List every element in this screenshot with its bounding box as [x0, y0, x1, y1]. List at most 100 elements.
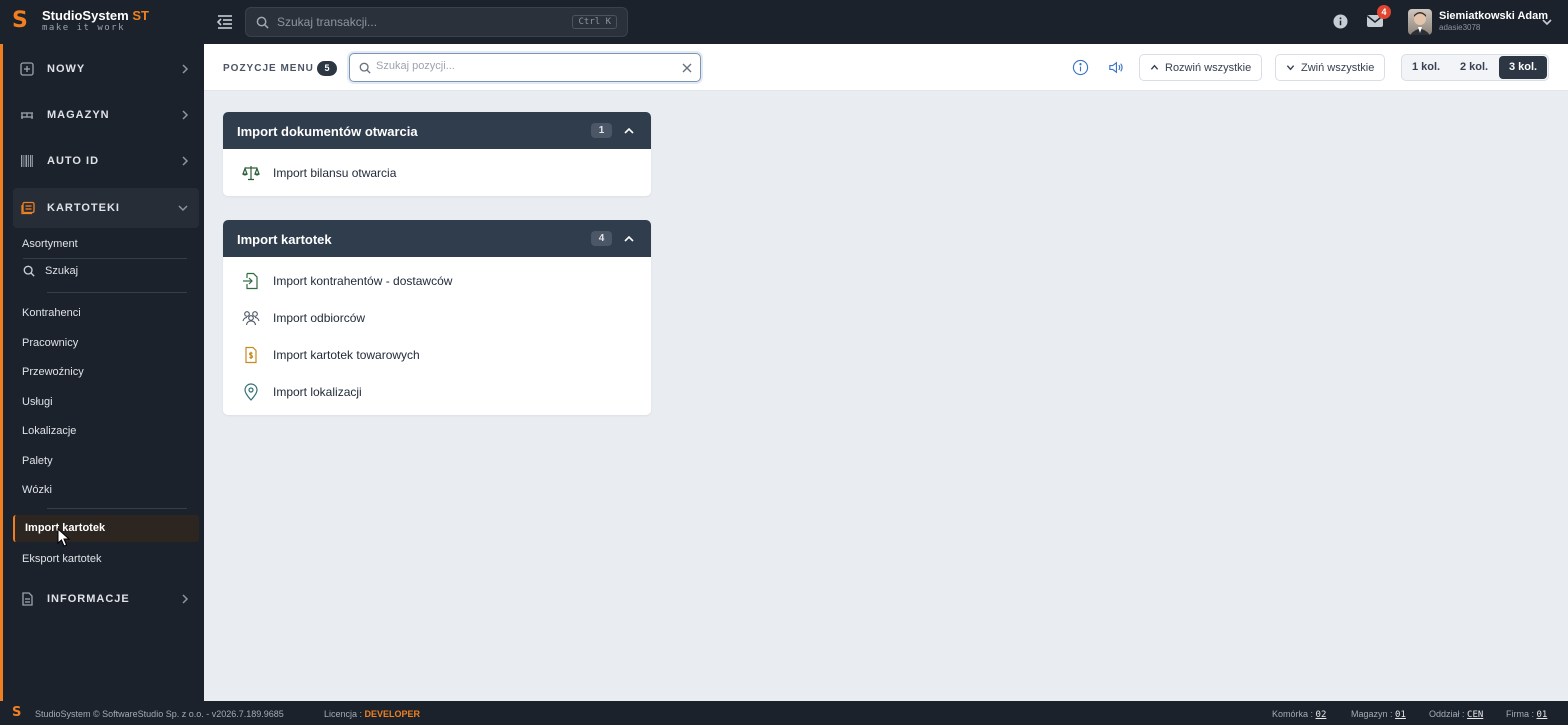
magazyn-info: Magazyn : 01 [1351, 709, 1406, 720]
menu-item[interactable]: Import kartotek towarowych [223, 336, 651, 373]
copyright-text: StudioSystem © SoftwareStudio Sp. z o.o.… [35, 709, 284, 719]
chevron-down-icon[interactable] [1541, 16, 1553, 28]
menu-item[interactable]: Import bilansu otwarcia [223, 154, 651, 196]
sidebar-section-auto-id[interactable]: AUTO ID [3, 141, 201, 181]
user-login: adasie3078 [1439, 23, 1481, 32]
document-icon [22, 592, 33, 606]
sidebar-item-lokalizacje[interactable]: Lokalizacje [22, 425, 76, 437]
chevron-up-icon[interactable] [623, 233, 635, 245]
map-pin-icon [244, 383, 258, 401]
chevron-right-icon [182, 64, 189, 74]
expand-all-label: Rozwiń wszystkie [1165, 61, 1252, 74]
clear-icon[interactable] [682, 63, 692, 73]
menu-positions-label: POZYCJE MENU [223, 63, 314, 74]
file-import-icon [243, 272, 258, 290]
sidebar-item-import-kartotek[interactable]: Import kartotek [13, 515, 199, 542]
collapse-menu-icon[interactable] [216, 13, 234, 31]
collapse-all-button[interactable]: Zwiń wszystkie [1275, 54, 1386, 81]
sidebar-item-uslugi[interactable]: Usługi [22, 396, 53, 408]
group-title: Import kartotek [237, 232, 332, 247]
sidebar-item-label: Szukaj [45, 265, 79, 277]
sidebar-item-pracownicy[interactable]: Pracownicy [22, 337, 78, 349]
group-title: Import dokumentów otwarcia [237, 124, 418, 139]
cards-icon [21, 201, 35, 215]
logo-s-icon: S [12, 705, 22, 720]
columns-1-button[interactable]: 1 kol. [1402, 55, 1450, 80]
sidebar-section-label: MAGAZYN [47, 109, 110, 121]
columns-3-button[interactable]: 3 kol. [1499, 56, 1547, 79]
menu-item[interactable]: Import odbiorców [223, 299, 651, 336]
top-bar: S StudioSystem ST make it work Ctrl K 4 … [0, 0, 1568, 44]
search-icon [23, 265, 35, 277]
speaker-icon[interactable] [1107, 59, 1124, 76]
chevron-right-icon [182, 156, 189, 166]
info-icon[interactable] [1072, 59, 1089, 76]
oddzial-value[interactable]: CEN [1467, 710, 1483, 720]
info-icon[interactable] [1333, 14, 1348, 29]
user-name: Siemiatkowski Adam [1439, 10, 1549, 22]
menu-item-label: Import kartotek towarowych [273, 348, 420, 362]
group-header[interactable]: Import kartotek 4 [223, 220, 651, 257]
magazyn-label: Magazyn : [1351, 709, 1393, 719]
sidebar-item-asortyment[interactable]: Asortyment [22, 238, 78, 250]
license-value: DEVELOPER [364, 709, 421, 719]
license-label: Licencja : [324, 709, 363, 719]
column-selector: 1 kol. 2 kol. 3 kol. [1401, 54, 1549, 81]
transaction-search[interactable]: Ctrl K [245, 7, 628, 37]
app-tagline: make it work [42, 23, 126, 33]
chevron-down-icon [178, 205, 188, 212]
sidebar-section-label: AUTO ID [47, 155, 100, 167]
chevron-up-icon[interactable] [623, 125, 635, 137]
search-icon [256, 16, 269, 29]
menu-positions-count: 5 [317, 61, 337, 76]
shortcut-hint: Ctrl K [572, 15, 617, 29]
sidebar-section-kartoteki[interactable]: KARTOTEKI [13, 188, 199, 228]
sidebar-section-magazyn[interactable]: MAGAZYN [3, 95, 201, 135]
app-name: StudioSystem [42, 8, 129, 23]
chevron-down-icon [1286, 65, 1295, 71]
barcode-icon [21, 155, 33, 167]
sidebar-item-szukaj[interactable]: Szukaj [23, 265, 78, 277]
magazyn-value[interactable]: 01 [1395, 710, 1406, 720]
sidebar-item-wozki[interactable]: Wózki [22, 484, 52, 496]
columns-2-button[interactable]: 2 kol. [1450, 55, 1498, 80]
position-search-input[interactable] [376, 60, 676, 72]
sidebar-item-eksport-kartotek[interactable]: Eksport kartotek [22, 553, 101, 565]
divider [23, 258, 187, 259]
file-dollar-icon [245, 346, 257, 364]
license-info: Licencja : DEVELOPER [324, 709, 420, 719]
komorka-value[interactable]: 02 [1316, 710, 1327, 720]
menu-item-label: Import bilansu otwarcia [273, 166, 397, 180]
menu-item-label: Import kontrahentów - dostawców [273, 274, 453, 288]
menu-item[interactable]: Import lokalizacji [223, 373, 651, 415]
position-search[interactable] [349, 53, 701, 82]
logo-s-icon: S [12, 8, 28, 33]
group-card-import-kartotek: Import kartotek 4 Import kontrahentów - … [223, 220, 651, 415]
sidebar: NOWY MAGAZYN AUTO ID KARTOTEKI Asortymen… [0, 44, 204, 701]
status-bar: S StudioSystem © SoftwareStudio Sp. z o.… [0, 701, 1568, 725]
firma-value[interactable]: 01 [1537, 710, 1548, 720]
menu-item-label: Import lokalizacji [273, 385, 362, 399]
scale-icon [242, 166, 260, 181]
menu-item[interactable]: Import kontrahentów - dostawców [223, 262, 651, 299]
oddzial-label: Oddział : [1429, 709, 1465, 719]
plus-square-icon [20, 62, 34, 76]
group-header[interactable]: Import dokumentów otwarcia 1 [223, 112, 651, 149]
group-card-import-dokumentow: Import dokumentów otwarcia 1 Import bila… [223, 112, 651, 196]
app-name-suffix: ST [132, 8, 149, 23]
komorka-info: Komórka : 02 [1272, 709, 1326, 720]
expand-all-button[interactable]: Rozwiń wszystkie [1139, 54, 1263, 81]
divider [47, 508, 187, 509]
users-icon [242, 311, 260, 326]
user-info[interactable]: Siemiatkowski Adam adasie3078 [1439, 11, 1548, 32]
transaction-search-input[interactable] [277, 15, 557, 29]
sidebar-item-kontrahenci[interactable]: Kontrahenci [22, 307, 81, 319]
sidebar-section-informacje[interactable]: INFORMACJE [3, 579, 201, 619]
avatar[interactable] [1408, 9, 1432, 35]
sidebar-item-palety[interactable]: Palety [22, 455, 53, 467]
menu-toolbar: POZYCJE MENU 5 Rozwiń wszystkie Zwiń wsz… [204, 44, 1568, 91]
search-icon [359, 62, 371, 74]
sidebar-item-przewoznicy[interactable]: Przewoźnicy [22, 366, 84, 378]
app-logo[interactable]: S StudioSystem ST make it work [12, 8, 149, 34]
sidebar-section-nowy[interactable]: NOWY [3, 49, 201, 89]
